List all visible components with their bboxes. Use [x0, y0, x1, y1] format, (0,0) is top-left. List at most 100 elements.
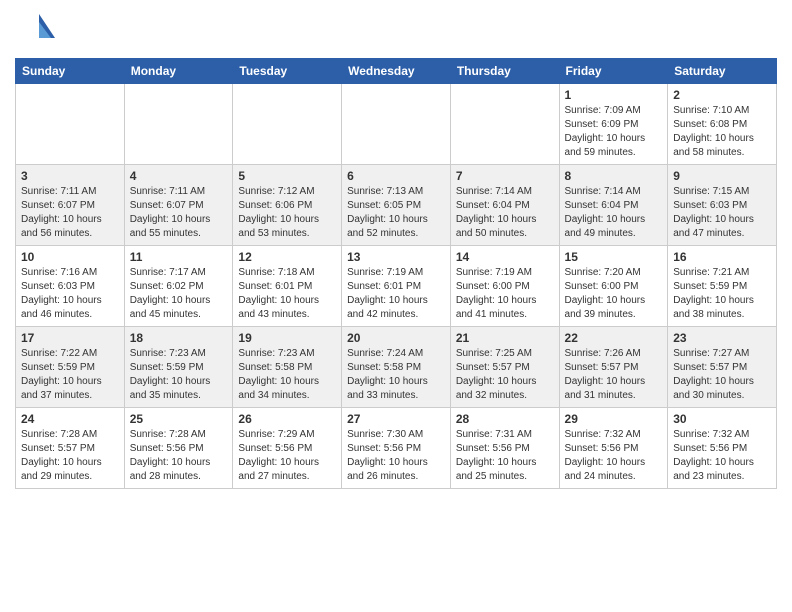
page: SundayMondayTuesdayWednesdayThursdayFrid… [0, 0, 792, 499]
calendar-cell: 20 Sunrise: 7:24 AM Sunset: 5:58 PM Dayli… [342, 327, 451, 408]
day-number: 28 [456, 412, 554, 426]
day-info: Sunrise: 7:24 AM Sunset: 5:58 PM Dayligh… [347, 347, 445, 403]
calendar-cell: 26 Sunrise: 7:29 AM Sunset: 5:56 PM Dayli… [233, 408, 342, 489]
calendar-cell [16, 84, 125, 165]
day-info: Sunrise: 7:31 AM Sunset: 5:56 PM Dayligh… [456, 428, 554, 484]
day-number: 19 [238, 331, 336, 345]
day-number: 30 [673, 412, 771, 426]
day-info: Sunrise: 7:12 AM Sunset: 6:06 PM Dayligh… [238, 185, 336, 241]
calendar-cell: 9 Sunrise: 7:15 AM Sunset: 6:03 PM Daylig… [668, 165, 777, 246]
day-info: Sunrise: 7:13 AM Sunset: 6:05 PM Dayligh… [347, 185, 445, 241]
day-number: 21 [456, 331, 554, 345]
day-number: 15 [565, 250, 663, 264]
calendar-cell [342, 84, 451, 165]
calendar-week-5: 24Sunrise: 7:28 AM Sunset: 5:57 PM Dayli… [16, 408, 777, 489]
day-info: Sunrise: 7:11 AM Sunset: 6:07 PM Dayligh… [130, 185, 228, 241]
day-number: 29 [565, 412, 663, 426]
calendar-cell: 21 Sunrise: 7:25 AM Sunset: 5:57 PM Dayli… [450, 327, 559, 408]
calendar-cell: 5Sunrise: 7:12 AM Sunset: 6:06 PM Daylig… [233, 165, 342, 246]
calendar-cell: 16 Sunrise: 7:21 AM Sunset: 5:59 PM Dayli… [668, 246, 777, 327]
calendar: SundayMondayTuesdayWednesdayThursdayFrid… [15, 58, 777, 489]
day-info: Sunrise: 7:19 AM Sunset: 6:01 PM Dayligh… [347, 266, 445, 322]
day-number: 13 [347, 250, 445, 264]
day-number: 27 [347, 412, 445, 426]
calendar-cell: 19 Sunrise: 7:23 AM Sunset: 5:58 PM Dayli… [233, 327, 342, 408]
day-header-monday: Monday [124, 59, 233, 84]
calendar-cell: 13 Sunrise: 7:19 AM Sunset: 6:01 PM Dayli… [342, 246, 451, 327]
calendar-cell [450, 84, 559, 165]
calendar-cell: 15Sunrise: 7:20 AM Sunset: 6:00 PM Dayli… [559, 246, 668, 327]
day-info: Sunrise: 7:23 AM Sunset: 5:59 PM Dayligh… [130, 347, 228, 403]
day-info: Sunrise: 7:23 AM Sunset: 5:58 PM Dayligh… [238, 347, 336, 403]
day-info: Sunrise: 7:09 AM Sunset: 6:09 PM Dayligh… [565, 104, 663, 160]
day-info: Sunrise: 7:25 AM Sunset: 5:57 PM Dayligh… [456, 347, 554, 403]
calendar-cell: 3 Sunrise: 7:11 AM Sunset: 6:07 PM Daylig… [16, 165, 125, 246]
calendar-cell: 18 Sunrise: 7:23 AM Sunset: 5:59 PM Dayli… [124, 327, 233, 408]
day-number: 14 [456, 250, 554, 264]
calendar-cell: 11 Sunrise: 7:17 AM Sunset: 6:02 PM Dayli… [124, 246, 233, 327]
day-number: 16 [673, 250, 771, 264]
day-info: Sunrise: 7:21 AM Sunset: 5:59 PM Dayligh… [673, 266, 771, 322]
calendar-week-1: 1 Sunrise: 7:09 AM Sunset: 6:09 PM Daylig… [16, 84, 777, 165]
day-number: 18 [130, 331, 228, 345]
day-info: Sunrise: 7:29 AM Sunset: 5:56 PM Dayligh… [238, 428, 336, 484]
days-header-row: SundayMondayTuesdayWednesdayThursdayFrid… [16, 59, 777, 84]
day-number: 11 [130, 250, 228, 264]
day-header-thursday: Thursday [450, 59, 559, 84]
calendar-cell: 6 Sunrise: 7:13 AM Sunset: 6:05 PM Daylig… [342, 165, 451, 246]
calendar-cell: 7 Sunrise: 7:14 AM Sunset: 6:04 PM Daylig… [450, 165, 559, 246]
calendar-cell: 10 Sunrise: 7:16 AM Sunset: 6:03 PM Dayli… [16, 246, 125, 327]
day-info: Sunrise: 7:11 AM Sunset: 6:07 PM Dayligh… [21, 185, 119, 241]
day-info: Sunrise: 7:18 AM Sunset: 6:01 PM Dayligh… [238, 266, 336, 322]
day-number: 4 [130, 169, 228, 183]
calendar-cell: 4 Sunrise: 7:11 AM Sunset: 6:07 PM Daylig… [124, 165, 233, 246]
calendar-cell: 12 Sunrise: 7:18 AM Sunset: 6:01 PM Dayli… [233, 246, 342, 327]
calendar-cell: 30 Sunrise: 7:32 AM Sunset: 5:56 PM Dayli… [668, 408, 777, 489]
calendar-week-3: 10 Sunrise: 7:16 AM Sunset: 6:03 PM Dayli… [16, 246, 777, 327]
day-info: Sunrise: 7:32 AM Sunset: 5:56 PM Dayligh… [673, 428, 771, 484]
calendar-cell: 25 Sunrise: 7:28 AM Sunset: 5:56 PM Dayli… [124, 408, 233, 489]
calendar-cell: 28 Sunrise: 7:31 AM Sunset: 5:56 PM Dayli… [450, 408, 559, 489]
calendar-week-2: 3 Sunrise: 7:11 AM Sunset: 6:07 PM Daylig… [16, 165, 777, 246]
day-number: 10 [21, 250, 119, 264]
day-header-tuesday: Tuesday [233, 59, 342, 84]
day-info: Sunrise: 7:15 AM Sunset: 6:03 PM Dayligh… [673, 185, 771, 241]
day-number: 9 [673, 169, 771, 183]
day-number: 8 [565, 169, 663, 183]
day-number: 1 [565, 88, 663, 102]
day-number: 20 [347, 331, 445, 345]
calendar-cell [233, 84, 342, 165]
calendar-cell: 8Sunrise: 7:14 AM Sunset: 6:04 PM Daylig… [559, 165, 668, 246]
calendar-cell: 22 Sunrise: 7:26 AM Sunset: 5:57 PM Dayli… [559, 327, 668, 408]
day-header-sunday: Sunday [16, 59, 125, 84]
day-number: 22 [565, 331, 663, 345]
day-number: 7 [456, 169, 554, 183]
header [15, 10, 777, 50]
day-number: 26 [238, 412, 336, 426]
day-number: 2 [673, 88, 771, 102]
day-number: 6 [347, 169, 445, 183]
calendar-cell: 23 Sunrise: 7:27 AM Sunset: 5:57 PM Dayli… [668, 327, 777, 408]
calendar-cell: 14 Sunrise: 7:19 AM Sunset: 6:00 PM Dayli… [450, 246, 559, 327]
calendar-cell: 27 Sunrise: 7:30 AM Sunset: 5:56 PM Dayli… [342, 408, 451, 489]
calendar-cell: 24Sunrise: 7:28 AM Sunset: 5:57 PM Dayli… [16, 408, 125, 489]
day-info: Sunrise: 7:27 AM Sunset: 5:57 PM Dayligh… [673, 347, 771, 403]
day-info: Sunrise: 7:26 AM Sunset: 5:57 PM Dayligh… [565, 347, 663, 403]
day-info: Sunrise: 7:28 AM Sunset: 5:57 PM Dayligh… [21, 428, 119, 484]
calendar-cell: 29 Sunrise: 7:32 AM Sunset: 5:56 PM Dayli… [559, 408, 668, 489]
day-number: 12 [238, 250, 336, 264]
day-info: Sunrise: 7:32 AM Sunset: 5:56 PM Dayligh… [565, 428, 663, 484]
day-number: 23 [673, 331, 771, 345]
day-info: Sunrise: 7:19 AM Sunset: 6:00 PM Dayligh… [456, 266, 554, 322]
day-number: 3 [21, 169, 119, 183]
day-info: Sunrise: 7:30 AM Sunset: 5:56 PM Dayligh… [347, 428, 445, 484]
calendar-cell: 17Sunrise: 7:22 AM Sunset: 5:59 PM Dayli… [16, 327, 125, 408]
day-number: 25 [130, 412, 228, 426]
day-info: Sunrise: 7:17 AM Sunset: 6:02 PM Dayligh… [130, 266, 228, 322]
logo-icon [15, 10, 55, 50]
day-info: Sunrise: 7:14 AM Sunset: 6:04 PM Dayligh… [456, 185, 554, 241]
day-info: Sunrise: 7:16 AM Sunset: 6:03 PM Dayligh… [21, 266, 119, 322]
day-info: Sunrise: 7:28 AM Sunset: 5:56 PM Dayligh… [130, 428, 228, 484]
day-number: 17 [21, 331, 119, 345]
day-header-friday: Friday [559, 59, 668, 84]
